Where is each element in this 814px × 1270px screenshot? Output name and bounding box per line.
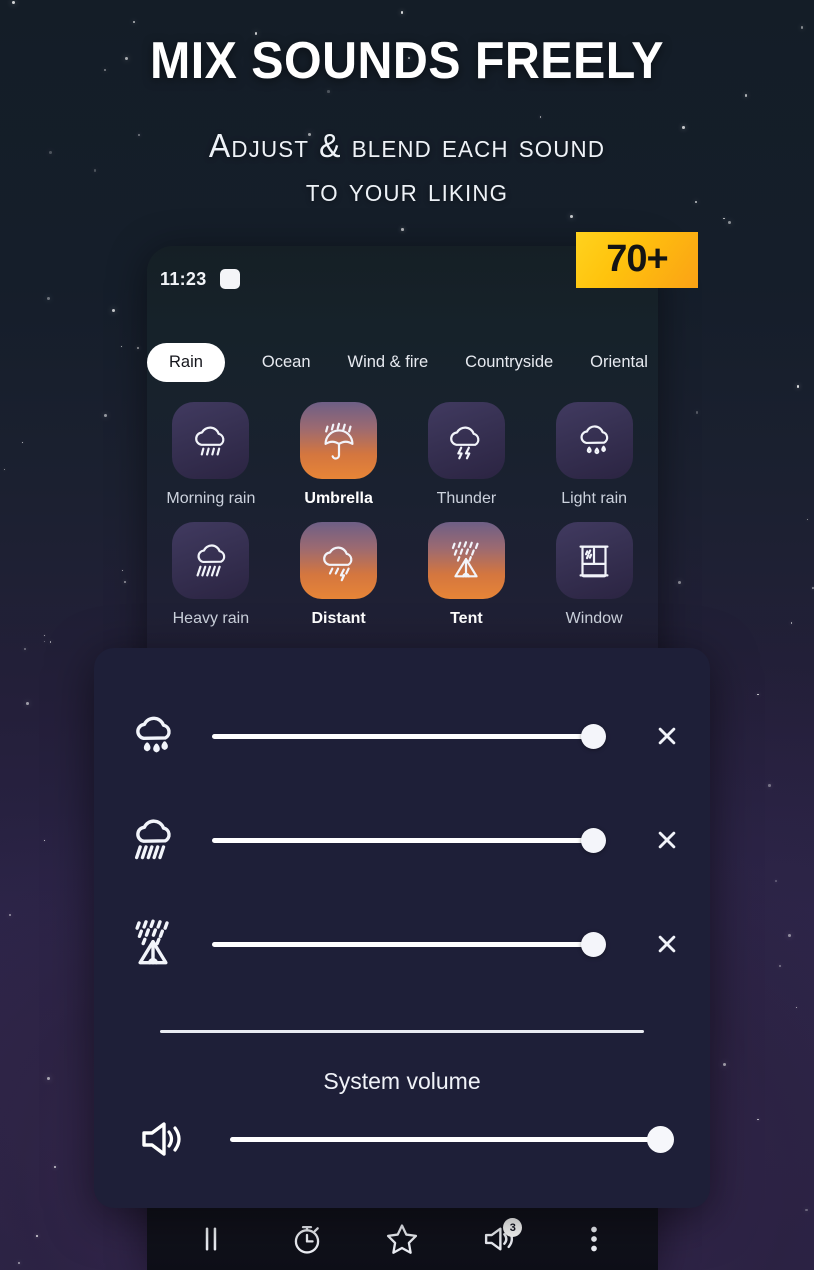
nav-pause-button[interactable] bbox=[188, 1216, 234, 1262]
tab-countryside[interactable]: Countryside bbox=[465, 353, 553, 372]
sound-count-badge-label: 70+ bbox=[606, 237, 668, 280]
rounded-square-icon bbox=[219, 269, 240, 289]
mixer-divider bbox=[160, 1030, 644, 1033]
tent-rain-icon[interactable] bbox=[427, 522, 505, 599]
tab-wind-fire[interactable]: Wind & fire bbox=[348, 353, 429, 372]
remove-sound-button[interactable] bbox=[624, 825, 710, 855]
subtitle-line-1: Adjust & blend each sound bbox=[208, 127, 606, 164]
sound-tile-morning-rain[interactable]: Morning rain bbox=[147, 402, 275, 508]
sound-tile-label: Light rain bbox=[561, 490, 628, 507]
mixer-slider-track bbox=[212, 733, 598, 739]
cloud-rain-icon[interactable] bbox=[172, 402, 250, 479]
cloud-drops-icon[interactable] bbox=[555, 402, 633, 479]
sound-tile-label: Umbrella bbox=[304, 490, 373, 507]
sound-tile-label: Window bbox=[565, 610, 623, 627]
sound-tile-window[interactable]: Window bbox=[530, 522, 658, 628]
cloud-storm-icon[interactable] bbox=[300, 522, 378, 599]
headline-container: MIX SOUNDS FREELY bbox=[0, 34, 814, 89]
sound-tile-label: Thunder bbox=[436, 490, 497, 507]
umbrella-rain-icon[interactable] bbox=[300, 402, 378, 479]
mixer-slider-thumb[interactable] bbox=[581, 827, 607, 853]
sound-grid-row: Heavy rain Distant Tent Window bbox=[147, 522, 658, 628]
sound-tile-distant[interactable]: Distant bbox=[275, 522, 403, 628]
page-title: MIX SOUNDS FREELY bbox=[150, 32, 664, 90]
system-volume-label: System volume bbox=[323, 1068, 481, 1094]
sound-tile-label: Morning rain bbox=[166, 490, 256, 507]
system-volume-track bbox=[230, 1136, 664, 1142]
cloud-drops-icon bbox=[94, 708, 212, 764]
cloud-heavy-rain-icon bbox=[94, 812, 212, 868]
system-volume-row bbox=[94, 1114, 710, 1164]
tab-ocean[interactable]: Ocean bbox=[262, 353, 311, 372]
sound-tile-label: Heavy rain bbox=[172, 610, 250, 627]
sound-tile-umbrella[interactable]: Umbrella bbox=[275, 402, 403, 508]
system-volume-slider[interactable] bbox=[230, 1119, 674, 1159]
sound-tile-thunder[interactable]: Thunder bbox=[403, 402, 531, 508]
subtitle-container: Adjust & blend each sound to your liking bbox=[0, 124, 814, 211]
mixer-slider-thumb[interactable] bbox=[581, 723, 607, 749]
sound-tile-label: Distant bbox=[311, 610, 366, 627]
mixer-slider-row bbox=[94, 708, 710, 764]
sound-tile-light-rain[interactable]: Light rain bbox=[530, 402, 658, 508]
mixer-slider[interactable] bbox=[212, 924, 624, 964]
tent-rain-icon bbox=[94, 916, 212, 972]
remove-sound-button[interactable] bbox=[624, 721, 710, 751]
tab-oriental[interactable]: Oriental bbox=[590, 353, 648, 372]
mixer-slider-track bbox=[212, 941, 598, 947]
remove-sound-button[interactable] bbox=[624, 929, 710, 959]
cloud-lightning-icon[interactable] bbox=[427, 402, 505, 479]
mixer-slider-thumb[interactable] bbox=[581, 931, 607, 957]
subtitle-line-2: to your liking bbox=[305, 170, 509, 208]
nav-volume-badge: 3 bbox=[503, 1218, 523, 1237]
cloud-heavy-rain-icon[interactable] bbox=[172, 522, 250, 599]
bottom-navigation[interactable]: 3 bbox=[147, 1208, 658, 1270]
tab-rain[interactable]: Rain bbox=[147, 342, 225, 382]
sound-tile-label: Tent bbox=[450, 610, 483, 627]
mixer-panel: System volume bbox=[94, 648, 710, 1208]
speaker-icon bbox=[94, 1119, 230, 1159]
nav-timer-button[interactable] bbox=[284, 1216, 330, 1262]
sound-tile-heavy-rain[interactable]: Heavy rain bbox=[147, 522, 275, 628]
status-bar-clock: 11:23 bbox=[160, 268, 207, 289]
system-volume-thumb[interactable] bbox=[647, 1125, 674, 1153]
sound-grid-row: Morning rain Umbrella Thunder Light rain bbox=[147, 402, 658, 508]
mixer-slider-track bbox=[212, 837, 598, 843]
mixer-slider[interactable] bbox=[212, 716, 624, 756]
nav-volume-button[interactable]: 3 bbox=[475, 1216, 523, 1262]
nav-more-button[interactable] bbox=[571, 1216, 617, 1262]
nav-favorites-button[interactable] bbox=[379, 1216, 425, 1262]
sound-tile-tent[interactable]: Tent bbox=[403, 522, 531, 628]
category-tabs[interactable]: Rain Ocean Wind & fire Countryside Oriental bbox=[147, 340, 658, 384]
window-rain-icon[interactable] bbox=[555, 522, 633, 599]
mixer-slider[interactable] bbox=[212, 820, 624, 860]
sound-grid: Morning rain Umbrella Thunder Light rain Hea… bbox=[147, 398, 658, 632]
sound-count-badge: 70+ bbox=[576, 232, 698, 288]
mixer-slider-row bbox=[94, 812, 710, 868]
mixer-slider-row bbox=[94, 916, 710, 972]
